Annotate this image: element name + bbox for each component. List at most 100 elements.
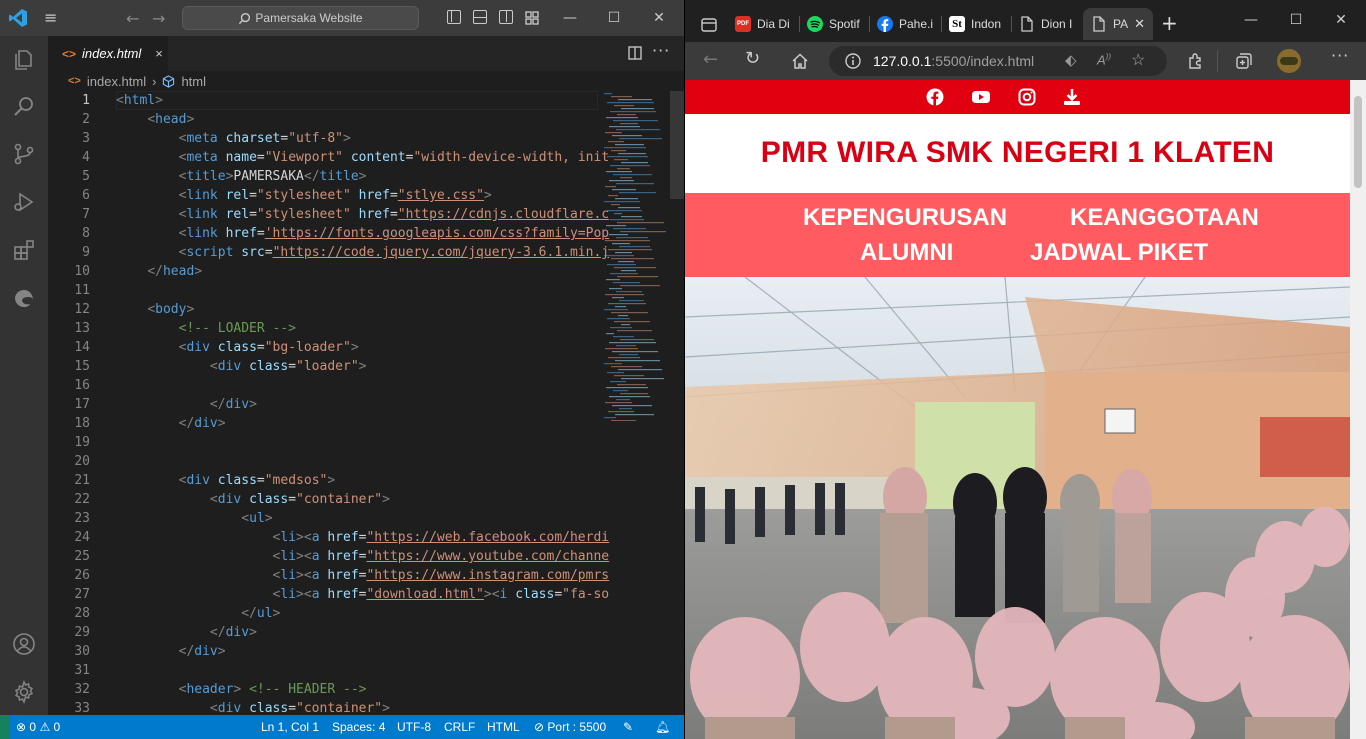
code-lines[interactable]: <html> <head> <meta charset="utf-8"> <me… — [116, 91, 646, 715]
code-line[interactable] — [116, 376, 646, 395]
close-tab-icon[interactable]: ✕ — [1134, 16, 1145, 32]
browser-tab-active[interactable]: PA ✕ — [1083, 8, 1153, 40]
browser-tab-3[interactable]: Pahe.i — [877, 8, 939, 40]
code-line[interactable]: </ul> — [116, 604, 646, 623]
code-line[interactable]: <html> — [116, 91, 646, 110]
language-mode[interactable]: HTML — [487, 720, 520, 734]
code-line[interactable]: <title>PAMERSAKA</title> — [116, 167, 646, 186]
feedback-icon[interactable]: ✎ — [623, 720, 633, 734]
code-line[interactable]: </div> — [116, 414, 646, 433]
accounts-icon[interactable] — [12, 632, 36, 656]
code-line[interactable]: <div class="loader"> — [116, 357, 646, 376]
run-debug-icon[interactable] — [12, 190, 36, 214]
favorites-add-icon[interactable]: ☆ — [1131, 50, 1145, 70]
code-line[interactable]: <script src="https://code.jquery.com/jqu… — [116, 243, 646, 262]
editor-scrollbar[interactable] — [670, 91, 684, 199]
problems-indicator[interactable]: ⊗ 0 ⚠ 0 — [16, 720, 60, 734]
code-line[interactable]: <div class="container"> — [116, 699, 646, 715]
more-actions-icon[interactable]: ··· — [652, 41, 670, 60]
code-line[interactable]: </div> — [116, 623, 646, 642]
code-line[interactable]: <!-- LOADER --> — [116, 319, 646, 338]
code-line[interactable]: <link href='https://fonts.googleapis.com… — [116, 224, 646, 243]
breadcrumb-file[interactable]: index.html — [87, 74, 146, 89]
extensions-icon[interactable] — [12, 238, 36, 262]
cursor-position[interactable]: Ln 1, Col 1 — [261, 720, 319, 734]
code-line[interactable]: </div> — [116, 395, 646, 414]
toggle-secondary-sidebar-icon[interactable] — [499, 10, 513, 24]
address-bar[interactable]: 127.0.0.1:5500/index.html ⬖ A)) ☆ — [829, 46, 1167, 76]
code-line[interactable]: <link rel="stylesheet" href="https://cdn… — [116, 205, 646, 224]
close-window-icon[interactable]: ✕ — [1329, 8, 1353, 32]
forward-arrow-icon[interactable]: → — [152, 9, 165, 28]
download-icon[interactable] — [1062, 87, 1082, 107]
nav-alumni[interactable]: ALUMNI — [860, 239, 953, 267]
close-tab-icon[interactable]: × — [155, 46, 163, 61]
code-line[interactable]: <ul> — [116, 509, 646, 528]
page-scrollbar[interactable] — [1350, 80, 1366, 739]
code-line[interactable]: <link rel="stylesheet" href="stlye.css"> — [116, 186, 646, 205]
code-editor[interactable]: 1 2 3 4 5 6 7 8 9 10 11 12 13 14 15 16 17 18 19 20 21 22 23 24 2… — [48, 91, 684, 715]
code-line[interactable]: <div class="container"> — [116, 490, 646, 509]
code-line[interactable]: <meta name="Viewport" content="width-dev… — [116, 148, 646, 167]
close-window-icon[interactable]: ✕ — [647, 6, 671, 30]
live-server-port[interactable]: ⊘ Port : 5500 — [534, 720, 606, 734]
code-line[interactable]: <div class="medsos"> — [116, 471, 646, 490]
minimize-icon[interactable]: — — [1239, 8, 1263, 32]
minimap[interactable] — [598, 91, 668, 421]
code-line[interactable]: </div> — [116, 642, 646, 661]
source-control-icon[interactable] — [12, 142, 36, 166]
tab-index-html[interactable]: <> index.html × — [48, 36, 168, 71]
notifications-bell-icon[interactable]: 🔔︎ — [655, 720, 670, 734]
toggle-sidebar-icon[interactable] — [447, 10, 461, 24]
new-tab-icon[interactable]: + — [1161, 11, 1178, 35]
instagram-icon[interactable] — [1017, 87, 1037, 107]
breadcrumb-element[interactable]: html — [181, 74, 206, 89]
code-line[interactable]: </head> — [116, 262, 646, 281]
code-line[interactable] — [116, 452, 646, 471]
code-line[interactable]: <meta charset="utf-8"> — [116, 129, 646, 148]
code-line[interactable]: <li><a href="https://www.youtube.com/cha… — [116, 547, 646, 566]
hamburger-menu-icon[interactable]: ≡ — [44, 10, 62, 26]
maximize-icon[interactable]: ☐ — [1284, 8, 1308, 32]
code-line[interactable]: <header> <!-- HEADER --> — [116, 680, 646, 699]
indentation[interactable]: Spaces: 4 — [332, 720, 385, 734]
nav-jadwal-piket[interactable]: JADWAL PIKET — [1030, 239, 1208, 267]
encoding[interactable]: UTF-8 — [397, 720, 431, 734]
command-center-search[interactable]: Pamersaka Website — [182, 6, 419, 30]
browser-tab-5[interactable]: Dion I — [1019, 8, 1081, 40]
browser-tab-1[interactable]: PDF Dia Di — [735, 8, 797, 40]
collections-icon[interactable] — [1235, 52, 1253, 70]
code-line[interactable] — [116, 433, 646, 452]
browser-tab-4[interactable]: St Indon — [949, 8, 1009, 40]
tab-actions-icon[interactable] — [701, 17, 717, 33]
code-line[interactable]: <head> — [116, 110, 646, 129]
maximize-icon[interactable]: ☐ — [602, 6, 626, 30]
toggle-panel-icon[interactable] — [473, 10, 487, 24]
browser-tab-2[interactable]: Spotif — [807, 8, 867, 40]
code-line[interactable]: <li><a href="https://web.facebook.com/he… — [116, 528, 646, 547]
edge-devtools-icon[interactable] — [12, 286, 36, 310]
settings-gear-icon[interactable] — [12, 680, 36, 704]
home-icon[interactable] — [791, 52, 809, 70]
profile-avatar[interactable] — [1277, 49, 1301, 73]
facebook-icon[interactable] — [925, 87, 945, 107]
end-of-line[interactable]: CRLF — [444, 720, 475, 734]
youtube-icon[interactable] — [971, 87, 991, 107]
code-line[interactable]: <div class="bg-loader"> — [116, 338, 646, 357]
settings-more-icon[interactable]: ··· — [1331, 46, 1349, 65]
code-line[interactable] — [116, 281, 646, 300]
back-arrow-icon[interactable]: ← — [126, 9, 139, 28]
read-aloud-icon[interactable]: A)) — [1097, 52, 1111, 67]
code-line[interactable]: <li><a href="https://www.instagram.com/p… — [116, 566, 646, 585]
refresh-icon[interactable]: ↻ — [745, 48, 760, 69]
code-line[interactable] — [116, 661, 646, 680]
code-line[interactable]: <li><a href="download.html"><i class="fa… — [116, 585, 646, 604]
minimize-icon[interactable]: — — [558, 6, 582, 30]
tag-icon[interactable]: ⬖ — [1065, 51, 1077, 69]
scrollbar-thumb[interactable] — [1354, 96, 1362, 188]
extensions-puzzle-icon[interactable] — [1187, 52, 1205, 70]
nav-keanggotaan[interactable]: KEANGGOTAAN — [1070, 204, 1259, 232]
back-arrow-icon[interactable]: ← — [703, 49, 718, 70]
site-info-icon[interactable] — [845, 53, 861, 69]
explorer-icon[interactable] — [12, 48, 36, 72]
